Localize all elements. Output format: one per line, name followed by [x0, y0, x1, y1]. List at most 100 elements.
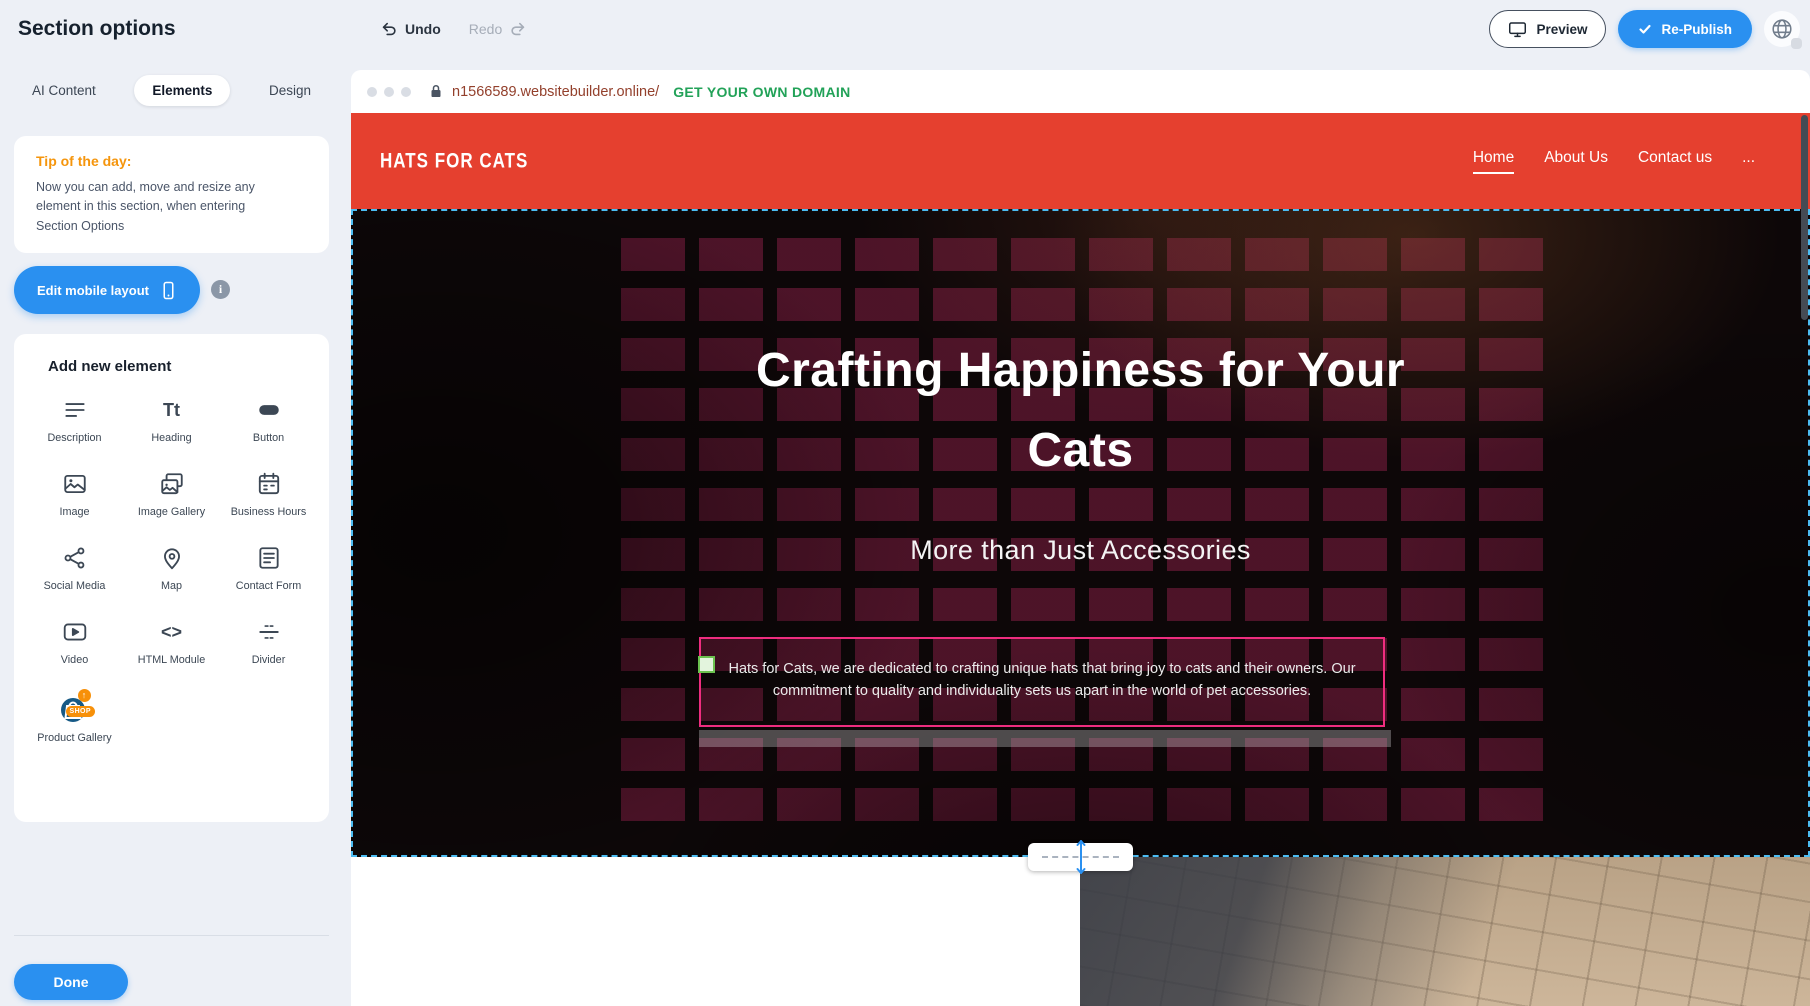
- lock-icon: [429, 84, 443, 99]
- map-pin-icon: [159, 543, 185, 573]
- html-code-icon: <>: [161, 617, 182, 647]
- edit-mobile-label: Edit mobile layout: [37, 283, 149, 298]
- undo-icon: [380, 20, 398, 38]
- next-section: [351, 857, 1810, 1006]
- site-header: HATS FOR CATS Home About Us Contact us .…: [351, 113, 1810, 209]
- hero-paragraph[interactable]: Hats for Cats, we are dedicated to craft…: [701, 639, 1383, 702]
- nav-home[interactable]: Home: [1473, 149, 1514, 174]
- element-image[interactable]: Image: [30, 469, 120, 519]
- business-hours-icon: [256, 469, 282, 499]
- element-heading[interactable]: Tt Heading: [127, 395, 217, 445]
- element-label: HTML Module: [138, 653, 205, 667]
- window-dot: [367, 87, 377, 97]
- element-label: Heading: [151, 431, 191, 445]
- hero-heading[interactable]: Crafting Happiness for Your Cats: [751, 331, 1411, 491]
- element-map[interactable]: Map: [127, 543, 217, 593]
- topbar-actions: Preview Re-Publish: [1489, 10, 1800, 48]
- selected-text-element[interactable]: Hats for Cats, we are dedicated to craft…: [699, 637, 1385, 727]
- preview-label: Preview: [1536, 22, 1587, 37]
- tab-design[interactable]: Design: [265, 75, 315, 106]
- next-section-photo[interactable]: [1080, 857, 1810, 1006]
- monitor-icon: [1508, 20, 1527, 39]
- tab-ai-content[interactable]: AI Content: [28, 75, 100, 106]
- page-title: Section options: [18, 17, 176, 41]
- nav-about-us[interactable]: About Us: [1544, 149, 1608, 174]
- sidebar-divider: [14, 935, 329, 936]
- tip-body: Now you can add, move and resize any ele…: [36, 178, 288, 236]
- redo-icon: [509, 20, 527, 38]
- tab-elements[interactable]: Elements: [134, 75, 230, 106]
- hero-content: Crafting Happiness for Your Cats More th…: [351, 209, 1810, 857]
- element-contact-form[interactable]: Contact Form: [224, 543, 314, 593]
- info-icon[interactable]: i: [211, 280, 230, 299]
- mobile-phone-icon: [160, 281, 177, 300]
- undo-label: Undo: [405, 21, 441, 37]
- heading-icon: Tt: [163, 395, 180, 425]
- element-label: Description: [47, 431, 101, 445]
- element-label: Social Media: [44, 579, 106, 593]
- element-label: Button: [253, 431, 284, 445]
- resize-arrows-icon: [1074, 836, 1088, 878]
- nav-contact-us[interactable]: Contact us: [1638, 149, 1712, 174]
- site-url[interactable]: n1566589.websitebuilder.online/: [452, 84, 659, 100]
- element-html-module[interactable]: <> HTML Module: [127, 617, 217, 667]
- get-domain-link[interactable]: GET YOUR OWN DOMAIN: [673, 84, 850, 100]
- element-label: Business Hours: [231, 505, 307, 519]
- element-button[interactable]: Button: [224, 395, 314, 445]
- sidebar-tabs: AI Content Elements Design: [14, 72, 329, 108]
- element-label: Image: [59, 505, 89, 519]
- window-dot: [384, 87, 394, 97]
- done-button[interactable]: Done: [14, 964, 128, 1000]
- element-label: Map: [161, 579, 182, 593]
- undo-button[interactable]: Undo: [380, 20, 441, 38]
- redo-label: Redo: [469, 21, 502, 37]
- element-label: Divider: [252, 653, 286, 667]
- element-label: Image Gallery: [138, 505, 205, 519]
- upgrade-arrow-badge: ↑: [78, 689, 91, 702]
- element-drag-handle[interactable]: [698, 656, 715, 673]
- edit-mobile-layout-button[interactable]: Edit mobile layout: [14, 266, 200, 314]
- element-image-gallery[interactable]: Image Gallery: [127, 469, 217, 519]
- contact-form-icon: [256, 543, 282, 573]
- language-globe-button[interactable]: [1764, 11, 1800, 47]
- section-resize-handle[interactable]: [1028, 843, 1133, 871]
- element-label: Contact Form: [236, 579, 301, 593]
- add-new-element-panel: Add new element Description Tt Heading B…: [14, 334, 329, 822]
- site-logo[interactable]: HATS FOR CATS: [380, 149, 528, 174]
- button-icon: [256, 395, 282, 425]
- check-icon: [1638, 22, 1652, 36]
- image-gallery-icon: [159, 469, 185, 499]
- image-icon: [62, 469, 88, 499]
- hero-section[interactable]: Crafting Happiness for Your Cats More th…: [351, 209, 1810, 857]
- element-grid: Description Tt Heading Button Image: [26, 395, 317, 745]
- video-icon: [62, 617, 88, 647]
- site-nav: Home About Us Contact us ...: [1473, 149, 1755, 174]
- element-product-gallery[interactable]: ↑ SHOP Product Gallery: [30, 691, 120, 745]
- republish-button[interactable]: Re-Publish: [1618, 10, 1752, 48]
- history-controls: Undo Redo: [380, 0, 527, 58]
- canvas-scrollbar[interactable]: [1801, 115, 1808, 320]
- element-business-hours[interactable]: Business Hours: [224, 469, 314, 519]
- element-divider[interactable]: Divider: [224, 617, 314, 667]
- element-social-media[interactable]: Social Media: [30, 543, 120, 593]
- next-section-text-area[interactable]: [351, 857, 1080, 1006]
- tip-of-the-day-card: Tip of the day: Now you can add, move an…: [14, 136, 329, 253]
- window-controls: [367, 87, 411, 97]
- browser-bar: n1566589.websitebuilder.online/ GET YOUR…: [351, 70, 1810, 113]
- social-media-icon: [62, 543, 88, 573]
- description-icon: [62, 395, 88, 425]
- element-video[interactable]: Video: [30, 617, 120, 667]
- add-element-title: Add new element: [48, 358, 317, 375]
- divider-icon: [256, 617, 282, 647]
- element-description[interactable]: Description: [30, 395, 120, 445]
- sidebar: AI Content Elements Design Tip of the da…: [0, 58, 343, 1006]
- globe-icon: [1771, 18, 1793, 40]
- preview-button[interactable]: Preview: [1489, 10, 1606, 48]
- site-canvas: n1566589.websitebuilder.online/ GET YOUR…: [351, 70, 1810, 1006]
- element-label: Product Gallery: [37, 731, 111, 745]
- shop-badge: SHOP: [66, 706, 95, 717]
- element-hover-strip: [699, 730, 1391, 747]
- hero-subheading[interactable]: More than Just Accessories: [351, 535, 1810, 566]
- redo-button[interactable]: Redo: [469, 20, 527, 38]
- nav-more-menu[interactable]: ...: [1742, 149, 1755, 174]
